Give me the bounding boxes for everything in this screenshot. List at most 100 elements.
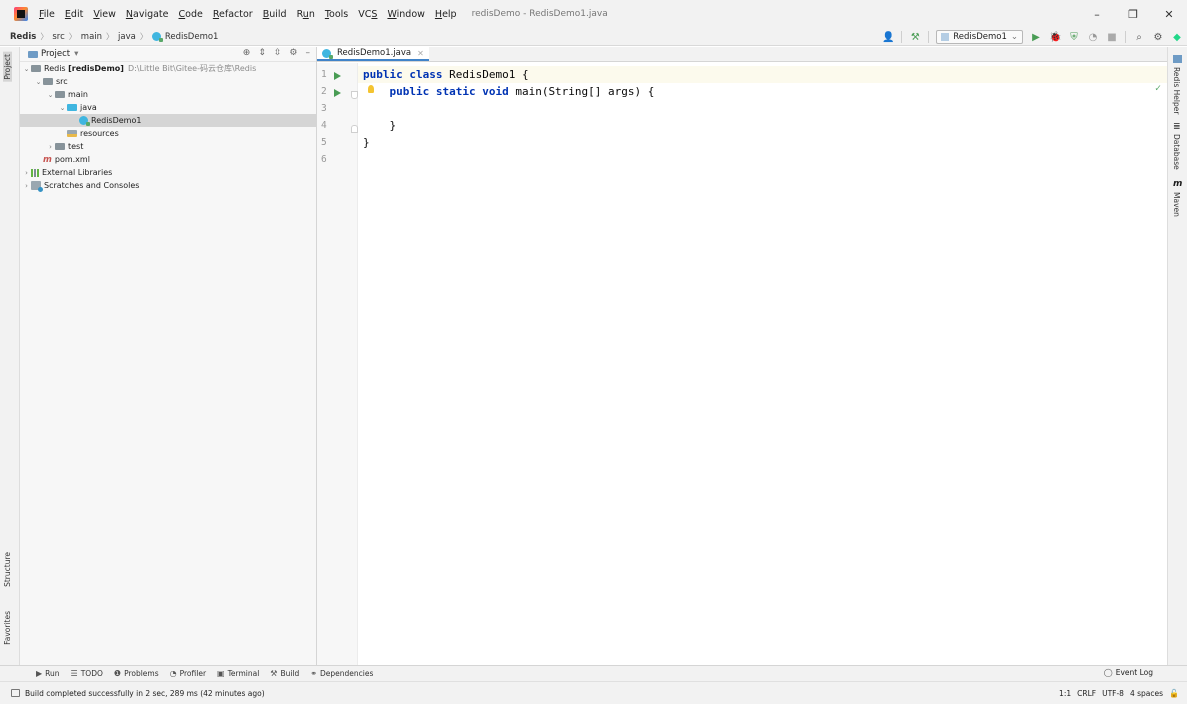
line-number: 4 [321, 120, 327, 131]
breadcrumb-project[interactable]: Redis [0, 32, 36, 42]
project-panel-title[interactable]: Project [41, 49, 70, 59]
file-encoding[interactable]: UTF-8 [1102, 689, 1124, 698]
search-icon[interactable]: ⌕ [1133, 32, 1145, 43]
tree-item-java[interactable]: ⌄ java [20, 101, 316, 114]
menu-build[interactable]: Build [258, 9, 292, 20]
chevron-down-icon: ⌄ [1010, 32, 1018, 42]
line-separator[interactable]: CRLF [1077, 689, 1096, 698]
todo-tool-button[interactable]: ☰ TODO [71, 669, 103, 678]
restore-button[interactable]: ❐ [1115, 0, 1151, 28]
tree-item-src[interactable]: ⌄ src [20, 75, 316, 88]
chevron-down-icon[interactable]: ⌄ [58, 104, 67, 112]
profiler-tool-button[interactable]: ◔ Profiler [170, 669, 206, 678]
tab-redisdemo1-java[interactable]: RedisDemo1.java ✕ [317, 47, 429, 61]
window-title: redisDemo - RedisDemo1.java [471, 9, 608, 19]
intellij-logo-icon [14, 7, 28, 21]
settings-icon[interactable]: ⚙ [289, 48, 297, 58]
chevron-down-icon[interactable]: ⌄ [34, 78, 43, 86]
folder-icon [55, 91, 65, 98]
caret-position[interactable]: 1:1 [1059, 689, 1071, 698]
source-folder-icon [67, 104, 77, 111]
event-log-button[interactable]: ◯ Event Log [1104, 668, 1153, 677]
tree-item-external-libraries[interactable]: › External Libraries [20, 166, 316, 179]
locate-icon[interactable]: ⊕ [243, 48, 251, 58]
tree-item-test[interactable]: › test [20, 140, 316, 153]
tree-item-resources[interactable]: resources [20, 127, 316, 140]
chevron-down-icon[interactable]: ⌄ [22, 65, 31, 73]
close-icon[interactable]: ✕ [417, 49, 424, 58]
main-toolbar: 👤 ⚒ RedisDemo1 ⌄ ▶ 🐞 ⛨ ◔ ■ ⌕ ⚙ ◆ [882, 28, 1183, 46]
breadcrumb-main[interactable]: main [81, 32, 102, 42]
right-tool-stripe: Redis Helper ≣ Database m Maven [1167, 47, 1187, 665]
menu-navigate[interactable]: Navigate [121, 9, 174, 20]
dependencies-tool-button[interactable]: ⚭ Dependencies [310, 669, 373, 678]
profile-icon[interactable]: ◔ [1087, 32, 1099, 43]
run-gutter-icon[interactable] [334, 72, 341, 80]
menu-window[interactable]: Window [382, 9, 429, 20]
tree-item-redis[interactable]: ⌄ Redis [redisDemo] D:\Little Bit\Gitee-… [20, 62, 316, 75]
menu-tools[interactable]: Tools [320, 9, 353, 20]
minimize-button[interactable]: – [1079, 0, 1115, 28]
maven-file-icon: m [43, 154, 52, 165]
breadcrumb-separator: 〉 [40, 32, 49, 41]
project-panel-header: Project ▾ ⊕ ⇕ ⇳ ⚙ – [20, 47, 316, 62]
user-icon[interactable]: 👤 [882, 32, 894, 43]
collapse-all-icon[interactable]: ⇳ [274, 48, 282, 58]
menu-help[interactable]: Help [430, 9, 462, 20]
menu-bar: File Edit View Navigate Code Refactor Build Run… [0, 0, 1187, 28]
structure-tool-tab[interactable]: Structure [3, 552, 12, 587]
database-tool-tab[interactable]: Database [1172, 134, 1181, 170]
redis-helper-tool-tab[interactable]: Redis Helper [1172, 67, 1181, 114]
module-name: [redisDemo] [68, 64, 124, 73]
breadcrumb-java[interactable]: java [118, 32, 136, 42]
run-configuration-select[interactable]: RedisDemo1 ⌄ [936, 30, 1023, 44]
indent-setting[interactable]: 4 spaces [1130, 689, 1163, 698]
run-tool-button[interactable]: ▶ Run [36, 669, 60, 678]
fold-icon[interactable] [351, 125, 358, 133]
stop-icon[interactable]: ■ [1106, 32, 1118, 43]
menu-view[interactable]: View [88, 9, 121, 20]
plugin-icon[interactable]: ◆ [1171, 32, 1183, 43]
coverage-icon[interactable]: ⛨ [1068, 32, 1080, 43]
tree-item-scratches[interactable]: › Scratches and Consoles [20, 179, 316, 192]
menu-file[interactable]: File [34, 9, 60, 20]
close-button[interactable]: ✕ [1151, 0, 1187, 28]
tool-windows-icon[interactable] [11, 689, 20, 697]
breadcrumb-src[interactable]: src [52, 32, 64, 42]
chevron-right-icon[interactable]: › [46, 143, 55, 151]
chevron-down-icon[interactable]: ▾ [74, 49, 78, 59]
chevron-down-icon[interactable]: ⌄ [46, 91, 55, 99]
lock-icon[interactable]: 🔓 [1169, 689, 1179, 698]
menu-edit[interactable]: Edit [60, 9, 88, 20]
run-icon[interactable]: ▶ [1030, 32, 1042, 43]
tree-item-main[interactable]: ⌄ main [20, 88, 316, 101]
chevron-right-icon[interactable]: › [22, 182, 31, 190]
favorites-tool-tab[interactable]: Favorites [3, 611, 12, 645]
code-line: } [363, 119, 397, 132]
menu-refactor[interactable]: Refactor [208, 9, 258, 20]
settings-icon[interactable]: ⚙ [1152, 32, 1164, 43]
expand-all-icon[interactable]: ⇕ [258, 48, 266, 58]
run-config-icon [941, 33, 950, 41]
run-gutter-icon[interactable] [334, 89, 341, 97]
terminal-tool-button[interactable]: ▣ Terminal [217, 669, 259, 678]
status-message[interactable]: Build completed successfully in 2 sec, 2… [25, 689, 265, 698]
menu-run[interactable]: Run [292, 9, 320, 20]
tree-item-redisdemo1[interactable]: RedisDemo1 [20, 114, 316, 127]
menu-vcs[interactable]: VCS [353, 9, 382, 20]
hammer-icon[interactable]: ⚒ [909, 32, 921, 43]
build-tool-button[interactable]: ⚒ Build [270, 669, 299, 678]
tree-item-pom[interactable]: m pom.xml [20, 153, 316, 166]
folder-icon [55, 143, 65, 150]
breadcrumb-class[interactable]: RedisDemo1 [164, 32, 219, 42]
maven-tool-tab[interactable]: Maven [1172, 192, 1181, 217]
warning-icon: ❶ [113, 669, 122, 678]
menu-code[interactable]: Code [174, 9, 208, 20]
problems-tool-button[interactable]: ❶ Problems [114, 669, 159, 678]
project-tool-tab[interactable]: Project [3, 52, 12, 82]
code-area[interactable]: public class RedisDemo1 { public static … [358, 63, 1167, 665]
fold-icon[interactable] [351, 91, 358, 99]
chevron-right-icon[interactable]: › [22, 169, 31, 177]
hide-icon[interactable]: – [306, 48, 311, 58]
debug-icon[interactable]: 🐞 [1049, 32, 1061, 43]
